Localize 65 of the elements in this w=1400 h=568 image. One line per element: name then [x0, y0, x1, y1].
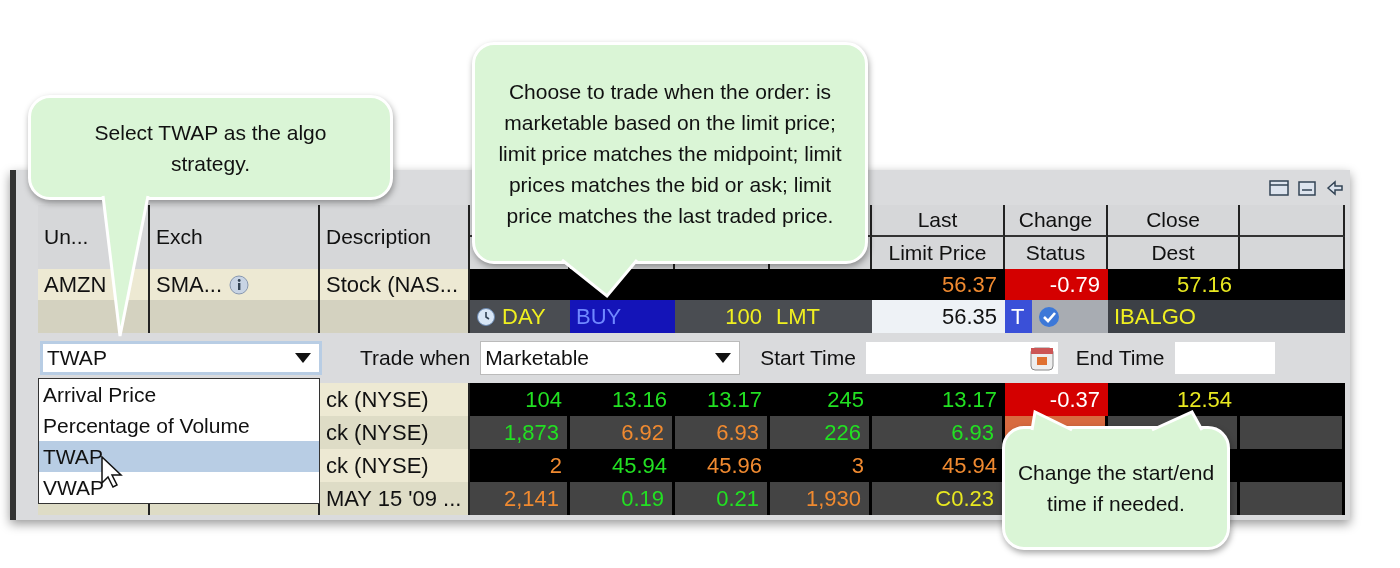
column-header[interactable]: Exch — [150, 205, 320, 269]
table-cell: 1,873 — [470, 416, 570, 449]
table-cell: 2,141 — [470, 482, 570, 515]
caret-icon — [715, 353, 732, 363]
column-header[interactable]: Last — [872, 205, 1005, 237]
clock-icon — [476, 306, 496, 327]
tif-cell[interactable]: DAY — [470, 300, 570, 333]
table-cell: 1,930 — [770, 482, 872, 515]
order-type-cell[interactable]: LMT — [770, 300, 872, 333]
table-cell: SMA... — [150, 269, 320, 300]
menu-item[interactable]: TWAP — [39, 441, 319, 472]
table-cell: 45.96 — [675, 449, 770, 482]
end-time-field[interactable] — [1174, 342, 1275, 374]
table-cell: 45.94 — [872, 449, 1005, 482]
table-cell: 13.17 — [675, 383, 770, 416]
table-cell: 3 — [770, 449, 872, 482]
table-cell: 0.19 — [570, 482, 675, 515]
column-header[interactable]: Dest — [1108, 237, 1240, 269]
table-cell: -0.79 — [1005, 269, 1108, 300]
table-cell: 45.94 — [570, 449, 675, 482]
table-cell: 6.93 — [872, 416, 1005, 449]
table-cell: ck (NYSE) — [320, 383, 470, 416]
mouse-pointer-icon — [101, 456, 123, 488]
destination-cell: IBALGO — [1108, 300, 1240, 333]
start-time-label: Start Time — [760, 346, 856, 370]
table-cell: ck (NYSE) — [320, 449, 470, 482]
table-cell: Stock (NAS... — [320, 269, 470, 300]
table-cell: C0.23 — [872, 482, 1005, 515]
table-cell: 13.16 — [570, 383, 675, 416]
end-time-label: End Time — [1075, 346, 1165, 370]
callout-pointer — [1030, 409, 1073, 432]
table-cell: 2 — [470, 449, 570, 482]
table-cell: 12.54 — [1108, 383, 1240, 416]
callout-pointer — [1151, 410, 1204, 432]
table-cell: 0.21 — [675, 482, 770, 515]
table-cell: -0.37 — [1005, 383, 1108, 416]
calendar-icon[interactable] — [1029, 345, 1054, 371]
column-header[interactable]: Change — [1005, 205, 1108, 237]
quantity-cell[interactable]: 100 — [675, 300, 770, 333]
callout-tooltip: Select TWAP as the algo strategy. — [28, 95, 393, 200]
action-cell[interactable]: BUY — [570, 300, 675, 333]
window-icon[interactable] — [1268, 177, 1290, 198]
limit-price-field[interactable]: 56.35 — [872, 300, 1005, 333]
callout-tooltip: Choose to trade when the order: is marketable based on the limit price; limit price matches the midpoint; limit prices matches the bid or ask; limit price matches the last traded price. — [472, 42, 868, 264]
strategy-dropdown[interactable]: TWAP — [40, 341, 322, 375]
caret-icon — [295, 353, 311, 363]
table-cell: 226 — [770, 416, 872, 449]
status-code: T — [1005, 300, 1033, 333]
trade-when-dropdown[interactable]: Marketable — [480, 341, 741, 375]
table-cell: 245 — [770, 383, 872, 416]
table-cell: 6.92 — [570, 416, 675, 449]
table-cell: 56.37 — [872, 269, 1005, 300]
column-header[interactable]: Status — [1005, 237, 1108, 269]
table-cell: MAY 15 '09 ... — [320, 482, 470, 515]
table-cell: 6.93 — [675, 416, 770, 449]
callout-tooltip: Change the start/end time if needed. — [1002, 426, 1230, 550]
trade-when-label: Trade when — [360, 346, 471, 370]
column-header[interactable]: Description — [320, 205, 470, 269]
column-header[interactable]: Close — [1108, 205, 1240, 237]
column-header[interactable]: Limit Price — [872, 237, 1005, 269]
start-time-field[interactable] — [865, 342, 1058, 374]
table-cell: 57.16 — [1108, 269, 1240, 300]
table-cell: ck (NYSE) — [320, 416, 470, 449]
table-cell: 104 — [470, 383, 570, 416]
table-cell: 13.17 — [872, 383, 1005, 416]
